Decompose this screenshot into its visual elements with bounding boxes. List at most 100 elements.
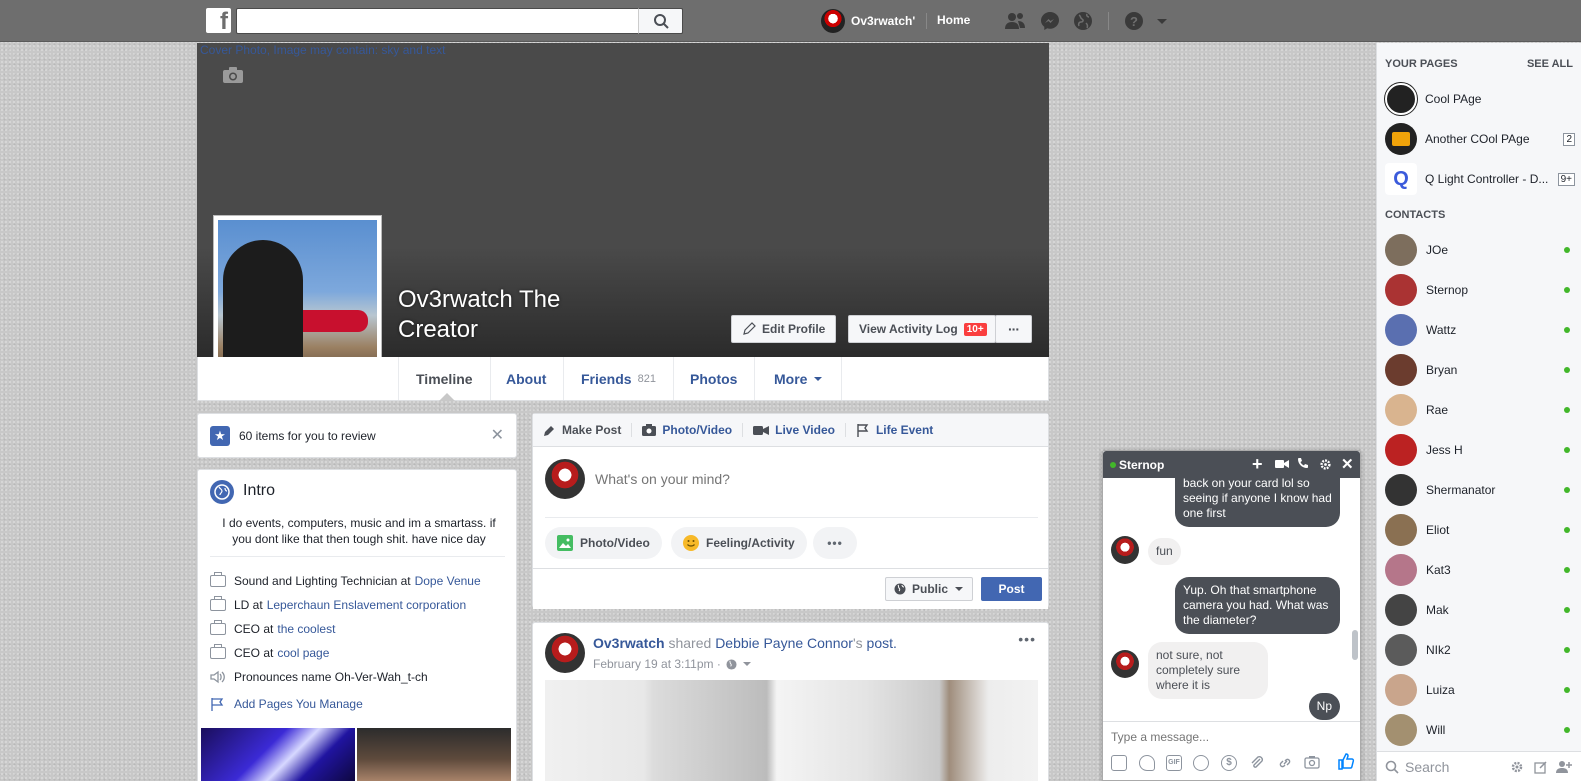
messenger-icon[interactable] bbox=[1040, 11, 1060, 31]
phone-icon[interactable] bbox=[1297, 457, 1309, 469]
help-icon[interactable]: ? bbox=[1124, 11, 1144, 31]
life-event-tab[interactable]: Life Event bbox=[846, 423, 943, 437]
author-link[interactable]: Ov3rwatch bbox=[593, 635, 665, 651]
contact-item[interactable]: Kat3 bbox=[1385, 552, 1575, 588]
search-icon bbox=[1385, 760, 1399, 774]
facebook-logo[interactable]: f bbox=[206, 8, 231, 35]
avatar bbox=[1111, 650, 1139, 678]
notifications-globe-icon[interactable] bbox=[1073, 11, 1093, 31]
page-item[interactable]: Cool PAge bbox=[1385, 81, 1575, 117]
photo-upload-icon[interactable] bbox=[1111, 755, 1127, 771]
contact-item[interactable]: Sternop bbox=[1385, 272, 1575, 308]
search-input[interactable] bbox=[236, 8, 683, 34]
tab-about[interactable]: About bbox=[489, 357, 565, 400]
thumbs-up-icon[interactable] bbox=[1337, 752, 1355, 770]
message-thread[interactable]: back on your card lol so seeing if anyon… bbox=[1103, 478, 1362, 721]
workplace-link[interactable]: cool page bbox=[277, 646, 329, 660]
page-item[interactable]: Another COol PAge 2 bbox=[1385, 121, 1575, 157]
page-item[interactable]: Q Q Light Controller - D... 9+ bbox=[1385, 161, 1575, 197]
online-indicator bbox=[1564, 247, 1570, 253]
camera-icon[interactable] bbox=[1304, 755, 1320, 771]
status-input[interactable] bbox=[595, 466, 1025, 492]
photo-video-tab[interactable]: Photo/Video bbox=[632, 423, 744, 437]
camera-icon[interactable] bbox=[222, 66, 244, 84]
right-sidebar: YOUR PAGES SEE ALL Cool PAge Another COo… bbox=[1376, 43, 1581, 781]
contact-item[interactable]: Will bbox=[1385, 712, 1575, 748]
workplace-link[interactable]: Leperchaun Enslavement corporation bbox=[267, 598, 466, 612]
see-all-link[interactable]: SEE ALL bbox=[1527, 58, 1573, 70]
payment-icon[interactable]: $ bbox=[1221, 755, 1237, 771]
avatar bbox=[1385, 674, 1417, 706]
add-pages-link[interactable]: Add Pages You Manage bbox=[234, 697, 363, 711]
post-button[interactable]: Post bbox=[981, 577, 1042, 601]
contact-item[interactable]: Luiza bbox=[1385, 672, 1575, 708]
contact-item[interactable]: Mak bbox=[1385, 592, 1575, 628]
close-icon[interactable]: ✕ bbox=[1341, 455, 1354, 473]
audience-selector[interactable]: Public bbox=[885, 577, 974, 601]
friend-requests-icon[interactable] bbox=[1004, 11, 1025, 31]
post-header: Ov3rwatch shared Debbie Payne Connor's p… bbox=[593, 635, 897, 651]
photo-video-button[interactable]: Photo/Video bbox=[545, 527, 662, 559]
sticker-icon[interactable] bbox=[1139, 755, 1155, 771]
contact-item[interactable]: Rae bbox=[1385, 392, 1575, 428]
tab-photos[interactable]: Photos bbox=[673, 357, 756, 400]
original-post-link[interactable]: post. bbox=[867, 635, 897, 651]
featured-photo[interactable] bbox=[201, 728, 355, 781]
gear-icon[interactable] bbox=[1319, 458, 1332, 471]
account-menu-icon[interactable] bbox=[1155, 11, 1175, 31]
compose-icon[interactable] bbox=[1534, 760, 1548, 774]
edit-profile-button[interactable]: Edit Profile bbox=[731, 315, 837, 343]
contact-item[interactable]: JOe bbox=[1385, 232, 1575, 268]
photo-icon bbox=[557, 535, 573, 551]
profile-more-button[interactable]: ··· bbox=[995, 315, 1032, 343]
cover-photo-alt-text[interactable]: Cover Photo, Image may contain: sky and … bbox=[200, 43, 445, 57]
user-name: Ov3rwatch' bbox=[851, 14, 916, 28]
contact-item[interactable]: Bryan bbox=[1385, 352, 1575, 388]
caret-down-icon[interactable] bbox=[742, 660, 752, 668]
chat-contact-name[interactable]: Sternop bbox=[1119, 458, 1164, 472]
profile-link[interactable]: Ov3rwatch' bbox=[821, 8, 915, 34]
avatar[interactable] bbox=[545, 633, 585, 673]
contact-item[interactable]: Eliot bbox=[1385, 512, 1575, 548]
chat-scrollbar[interactable] bbox=[1350, 480, 1360, 719]
tab-more[interactable]: More bbox=[757, 357, 843, 400]
contact-item[interactable]: Shermanator bbox=[1385, 472, 1575, 508]
close-icon[interactable]: ✕ bbox=[491, 425, 504, 445]
live-video-tab[interactable]: Live Video bbox=[743, 423, 846, 437]
emoji-icon[interactable] bbox=[1193, 755, 1209, 771]
link-icon[interactable] bbox=[1277, 755, 1293, 771]
new-group-icon[interactable] bbox=[1556, 760, 1572, 774]
post-options-icon[interactable]: ••• bbox=[1018, 631, 1036, 647]
edit-profile-label: Edit Profile bbox=[762, 322, 826, 336]
sidebar-search[interactable]: Search bbox=[1377, 751, 1581, 781]
video-call-icon[interactable] bbox=[1275, 459, 1289, 469]
search-button[interactable] bbox=[638, 8, 683, 34]
feeling-activity-button[interactable]: Feeling/Activity bbox=[671, 527, 807, 559]
featured-photo[interactable] bbox=[357, 728, 511, 781]
profile-name: Ov3rwatch The Creator bbox=[398, 286, 561, 343]
view-activity-log-button[interactable]: View Activity Log 10+ bbox=[848, 315, 996, 343]
tab-friends[interactable]: Friends 821 bbox=[564, 357, 674, 400]
workplace-link[interactable]: Dope Venue bbox=[415, 574, 481, 588]
make-post-tab[interactable]: Make Post bbox=[533, 423, 633, 437]
home-link[interactable]: Home bbox=[937, 13, 970, 27]
add-people-icon[interactable]: + bbox=[1252, 454, 1263, 475]
work-item: Sound and Lighting Technician at Dope Ven… bbox=[210, 572, 481, 588]
gear-icon[interactable] bbox=[1510, 760, 1524, 774]
message-input[interactable] bbox=[1111, 730, 1351, 744]
chat-header[interactable]: Sternop + ✕ bbox=[1103, 451, 1360, 478]
shared-from-link[interactable]: Debbie Payne Connor bbox=[715, 635, 853, 651]
avatar bbox=[1385, 314, 1417, 346]
post-timestamp[interactable]: February 19 at 3:11pm · bbox=[593, 657, 721, 671]
gif-icon[interactable]: GIF bbox=[1166, 755, 1182, 771]
contact-item[interactable]: NIk2 bbox=[1385, 632, 1575, 668]
review-items-card[interactable]: ★ 60 items for you to review ✕ bbox=[197, 413, 517, 458]
contact-item[interactable]: Wattz bbox=[1385, 312, 1575, 348]
more-options-button[interactable]: ••• bbox=[813, 527, 857, 559]
post-image[interactable] bbox=[545, 680, 1038, 781]
add-pages-item[interactable]: Add Pages You Manage bbox=[210, 697, 363, 711]
attachment-icon[interactable] bbox=[1249, 755, 1265, 771]
contact-item[interactable]: Jess H bbox=[1385, 432, 1575, 468]
profile-image bbox=[218, 220, 377, 379]
workplace-link[interactable]: the coolest bbox=[277, 622, 335, 636]
